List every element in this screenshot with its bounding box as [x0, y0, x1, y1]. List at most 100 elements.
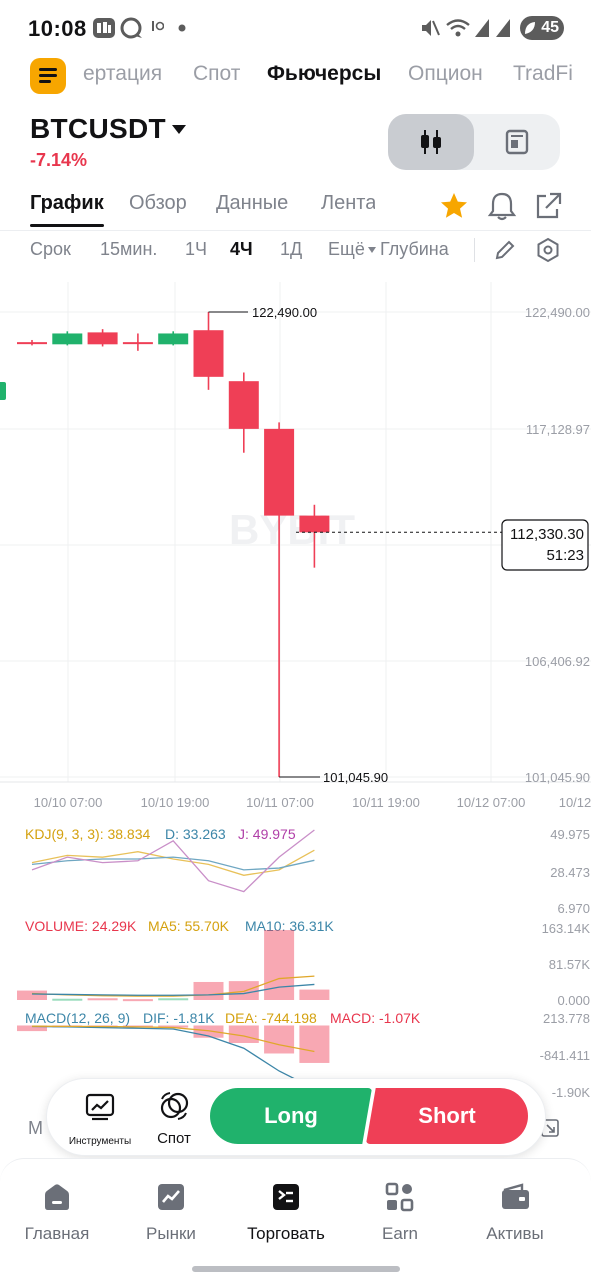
peek-label: M: [28, 1118, 43, 1138]
volume-axis-label: 81.57K: [549, 957, 591, 972]
interval-1h[interactable]: 1Ч: [185, 239, 207, 260]
settings-icon[interactable]: [535, 237, 561, 263]
kdj-axis-label: 6.970: [557, 901, 590, 916]
spot-label: Спот: [157, 1130, 191, 1147]
tools-chart-icon: [85, 1093, 115, 1121]
candlestick-icon: [421, 130, 441, 154]
leaf-icon: [525, 22, 535, 34]
high-price-label: 122,490.00: [252, 305, 317, 320]
bell-icon[interactable]: [487, 190, 517, 222]
battery-indicator: 45: [520, 16, 564, 40]
time-axis-label: 10/12: [559, 795, 591, 810]
depth-button[interactable]: Глубина: [380, 239, 449, 260]
candle-body: [87, 332, 118, 345]
price-axis-label: 117,128.97: [526, 422, 590, 437]
caret-down-icon[interactable]: [172, 125, 186, 134]
volume-axis-label: 163.14K: [542, 921, 591, 936]
dot-icon: [178, 24, 186, 32]
orderbook-view-button[interactable]: [474, 114, 560, 170]
bottom-nav: Главная Рынки Торговать Earn Активы: [0, 1158, 591, 1280]
mute-icon: [422, 20, 440, 36]
countdown-label: 51:23: [546, 547, 584, 564]
candle-view-button[interactable]: [388, 114, 474, 170]
tab-copy-trading[interactable]: ертация: [83, 62, 162, 86]
macd-value-label: MACD: -1.07K: [330, 1010, 421, 1026]
spot-button[interactable]: Спот: [139, 1087, 209, 1149]
pencil-icon[interactable]: [492, 237, 518, 263]
nav-home[interactable]: Главная: [2, 1181, 112, 1244]
macd-axis-label: -1.90K: [552, 1085, 591, 1097]
price-chart[interactable]: BYBIT 122,490.00117,128.97106,406.92101,…: [0, 282, 591, 1097]
candle-body: [122, 342, 153, 345]
time-axis-label: 10/11 19:00: [352, 795, 420, 810]
time-axis-label: 10/10 19:00: [141, 795, 210, 810]
macd-dif-label: DIF: -1.81K: [143, 1010, 215, 1026]
tab-overview[interactable]: Обзор: [129, 192, 187, 215]
macd-histogram-bar: [264, 1025, 295, 1054]
last-price-label: 112,330.30: [510, 526, 584, 543]
nav-markets[interactable]: Рынки: [116, 1181, 226, 1244]
candle-body: [52, 333, 83, 345]
interval-term[interactable]: Срок: [30, 239, 71, 260]
macd-histogram-bar: [299, 1025, 330, 1063]
nav-home-label: Главная: [24, 1224, 90, 1243]
earn-icon: [385, 1182, 414, 1212]
status-time: 10:08: [28, 16, 87, 41]
price-axis-label: 106,406.92: [525, 654, 590, 669]
order-marker: [0, 382, 6, 400]
tab-data[interactable]: Данные: [216, 192, 288, 215]
volume-bar: [228, 981, 259, 1000]
product-tabs: ертация Спот Фьючерсы Опцион TradFi: [0, 56, 591, 96]
volume-axis-label: 0.000: [557, 993, 590, 1008]
kdj-axis-label: 28.473: [550, 865, 590, 880]
candle-body: [17, 342, 47, 345]
active-tab-underline: [30, 224, 104, 227]
io-icon: [152, 21, 164, 31]
nav-markets-label: Рынки: [146, 1224, 196, 1243]
low-price-label: 101,045.90: [323, 770, 388, 785]
kdj-panel: KDJ(9, 3, 3): 38.834 D: 33.263 J: 49.975 49…: [25, 826, 590, 916]
nav-assets-label: Активы: [486, 1224, 544, 1243]
macd-axis-label: 213.778: [543, 1011, 590, 1026]
share-icon[interactable]: [533, 190, 563, 222]
tab-chart[interactable]: График: [30, 192, 104, 215]
price-change: -7.14%: [30, 150, 88, 170]
tab-tradfi[interactable]: TradFi: [513, 62, 573, 86]
document-icon: [505, 129, 529, 155]
candle-body: [193, 330, 224, 377]
nav-trade[interactable]: Торговать: [231, 1181, 341, 1244]
volume-bar: [17, 990, 47, 1000]
nav-assets[interactable]: Активы: [460, 1181, 570, 1244]
nav-trade-label: Торговать: [247, 1224, 325, 1243]
tab-futures[interactable]: Фьючерсы: [267, 62, 381, 86]
time-axis-label: 10/10 07:00: [34, 795, 103, 810]
short-button[interactable]: Short: [366, 1088, 528, 1144]
interval-4h[interactable]: 4Ч: [230, 239, 253, 260]
tab-spot[interactable]: Спот: [193, 62, 240, 86]
nav-earn[interactable]: Earn: [345, 1181, 455, 1244]
gallery-icon: [93, 18, 115, 38]
price-axis-label: 101,045.90: [525, 770, 590, 785]
interval-1d[interactable]: 1Д: [280, 239, 302, 260]
interval-more[interactable]: Ещё: [328, 239, 365, 260]
volume-bar: [122, 999, 153, 1002]
tab-feed[interactable]: Лента: [321, 192, 375, 215]
kdj-label: KDJ(9, 3, 3): 38.834: [25, 826, 151, 842]
caret-down-icon: [368, 247, 376, 253]
symbol-selector[interactable]: BTCUSDT: [30, 113, 166, 145]
time-axis-label: 10/11 07:00: [246, 795, 314, 810]
swap-icon: [160, 1092, 189, 1120]
star-icon[interactable]: [438, 190, 470, 222]
candle-body: [158, 333, 189, 345]
tools-button[interactable]: Инструменты: [65, 1087, 135, 1149]
kdj-k-line: [31, 849, 315, 876]
tools-label: Инструменты: [68, 1136, 132, 1147]
interval-bar: Срок 15мин. 1Ч 4Ч 1Д Ещё Глубина: [0, 232, 591, 270]
wallet-icon: [502, 1183, 529, 1209]
long-button[interactable]: Long: [210, 1088, 372, 1144]
tab-options[interactable]: Опцион: [408, 62, 483, 86]
interval-15m[interactable]: 15мин.: [100, 239, 157, 260]
menu-button[interactable]: [30, 58, 66, 94]
divider: [0, 230, 591, 231]
time-axis: 10/10 07:00 10/10 19:00 10/11 07:00 10/11 1…: [34, 795, 591, 810]
